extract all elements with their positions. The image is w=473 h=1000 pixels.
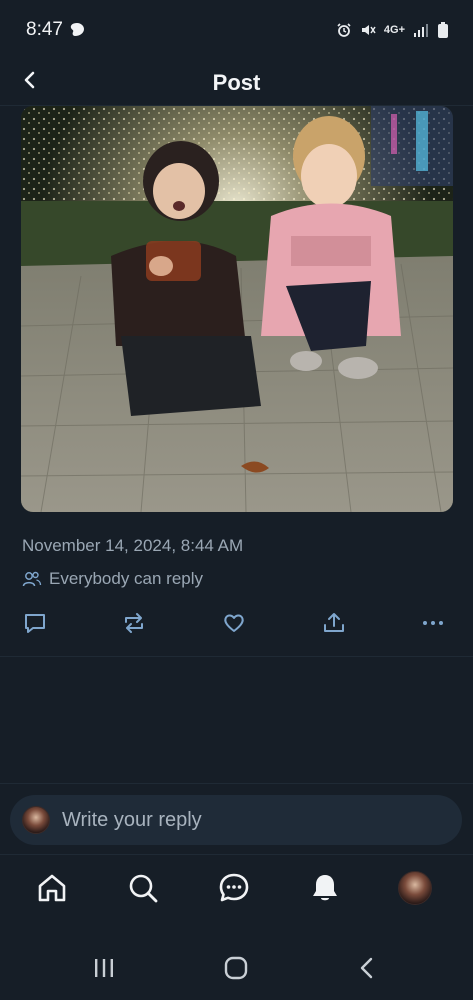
divider bbox=[0, 656, 473, 657]
divider bbox=[0, 783, 473, 784]
app-notification-icon bbox=[70, 23, 84, 36]
divider bbox=[0, 854, 473, 855]
reply-placeholder: Write your reply bbox=[62, 808, 202, 831]
system-navigation bbox=[0, 936, 473, 1000]
signal-icon bbox=[414, 24, 428, 37]
clock-text: 8:47 bbox=[26, 19, 63, 40]
repost-button[interactable] bbox=[119, 608, 149, 638]
status-icons: 4G+ bbox=[336, 22, 449, 38]
mute-icon bbox=[361, 25, 376, 35]
share-icon bbox=[324, 613, 344, 632]
system-back-icon bbox=[360, 957, 373, 979]
post-actions bbox=[0, 604, 473, 644]
recent-apps-button[interactable] bbox=[88, 952, 120, 984]
messages-icon bbox=[219, 873, 249, 902]
recent-apps-icon bbox=[95, 959, 113, 977]
post-image[interactable] bbox=[21, 106, 453, 512]
bottom-navigation bbox=[0, 856, 473, 926]
post-timestamp: November 14, 2024, 8:44 AM bbox=[22, 536, 244, 555]
home-circle-icon bbox=[224, 956, 248, 980]
page-title: Post bbox=[212, 69, 261, 95]
bell-icon bbox=[313, 875, 337, 901]
back-button[interactable] bbox=[16, 66, 44, 94]
reply-permission[interactable]: Everybody can reply bbox=[22, 569, 203, 589]
reply-input[interactable]: Write your reply bbox=[10, 795, 462, 845]
network-type: 4G+ bbox=[383, 24, 405, 36]
nav-notifications[interactable] bbox=[307, 870, 343, 906]
heart-icon bbox=[224, 614, 244, 632]
nav-messages[interactable] bbox=[216, 870, 252, 906]
alarm-icon bbox=[337, 23, 351, 37]
reply-permission-label: Everybody can reply bbox=[49, 569, 204, 588]
search-icon bbox=[129, 874, 158, 903]
home-icon bbox=[38, 874, 66, 902]
nav-home[interactable] bbox=[34, 870, 70, 906]
more-options-button[interactable] bbox=[418, 608, 448, 638]
share-button[interactable] bbox=[319, 608, 349, 638]
user-avatar bbox=[22, 806, 50, 834]
people-icon bbox=[22, 571, 42, 587]
system-back-button[interactable] bbox=[352, 952, 384, 984]
reply-icon bbox=[25, 614, 45, 633]
profile-avatar bbox=[398, 871, 432, 905]
post-header: Post bbox=[0, 60, 473, 106]
repost-icon bbox=[125, 613, 143, 633]
back-arrow-icon bbox=[24, 71, 35, 89]
like-button[interactable] bbox=[219, 608, 249, 638]
battery-icon bbox=[438, 22, 448, 38]
post-photo bbox=[21, 106, 453, 512]
home-system-button[interactable] bbox=[220, 952, 252, 984]
nav-search[interactable] bbox=[125, 870, 161, 906]
reply-button[interactable] bbox=[20, 608, 50, 638]
more-icon bbox=[423, 621, 443, 625]
nav-profile[interactable] bbox=[397, 870, 433, 906]
status-time: 8:47 bbox=[26, 19, 85, 41]
status-bar: 8:47 4G+ bbox=[0, 0, 473, 60]
